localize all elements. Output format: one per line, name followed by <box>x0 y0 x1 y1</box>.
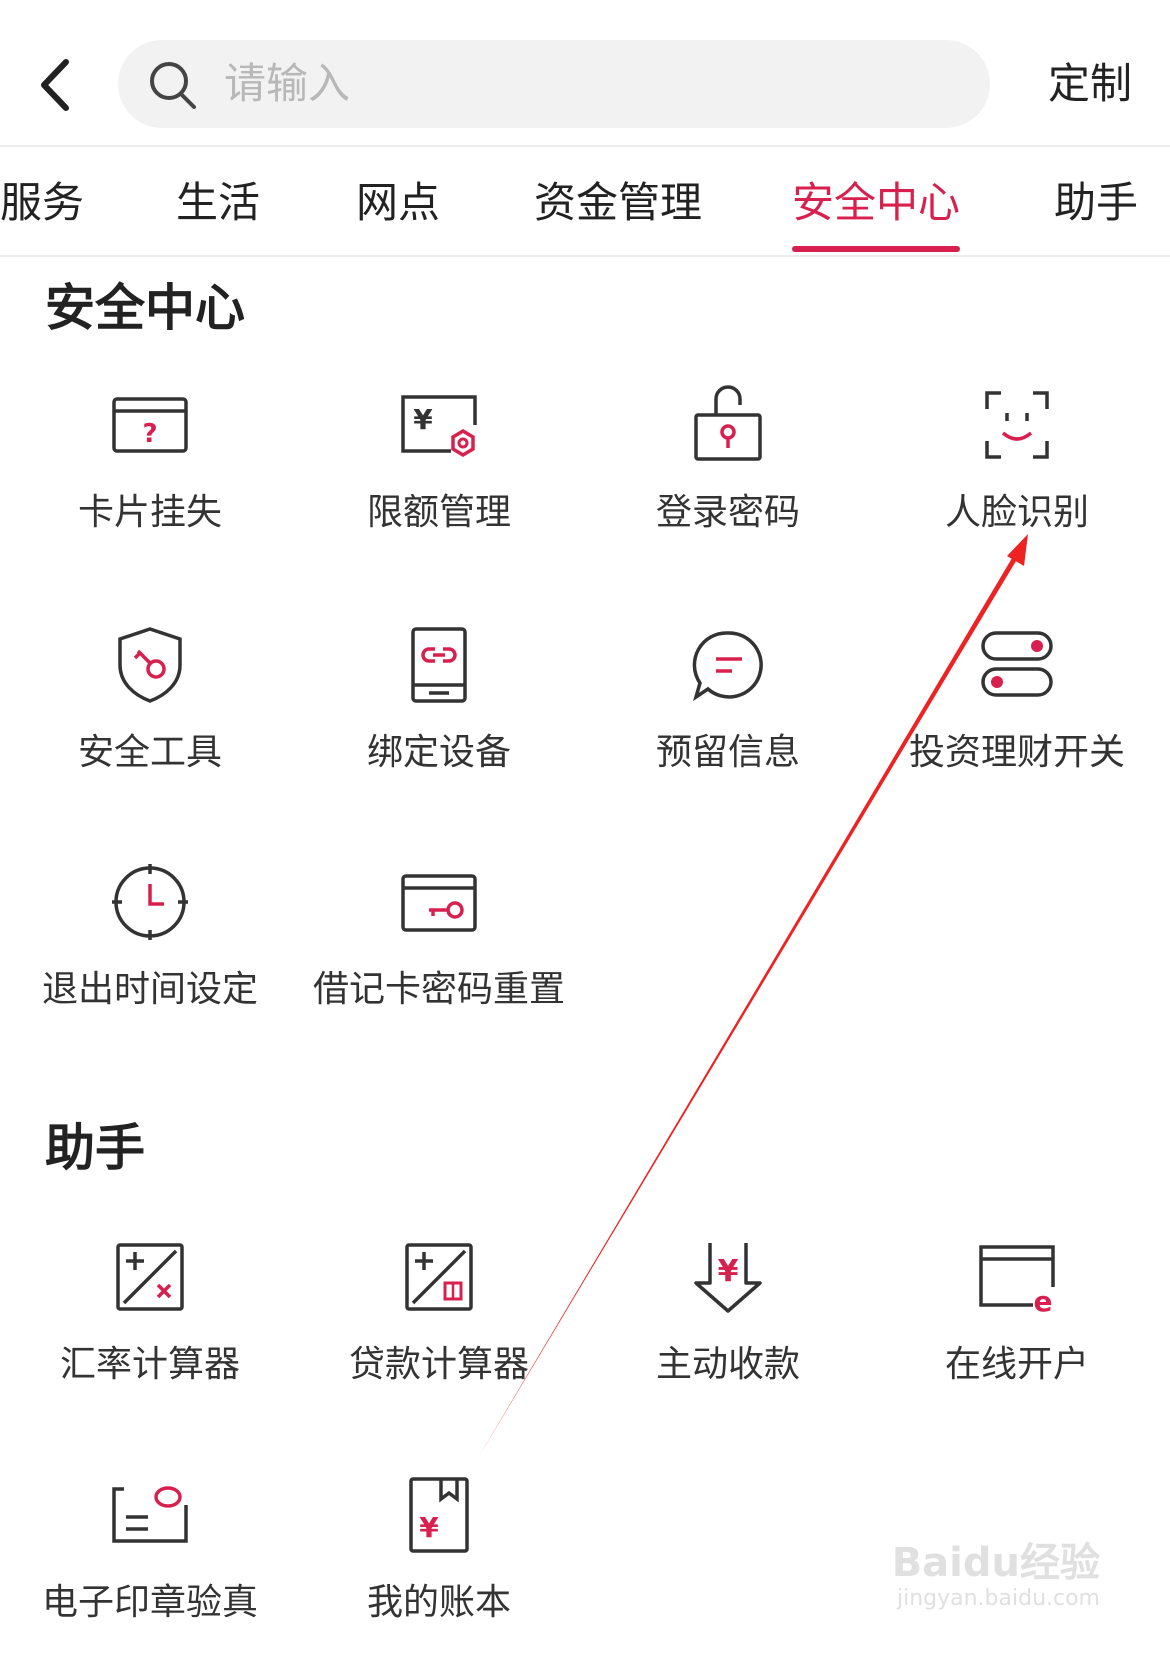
item-online-account-opening[interactable]: e 在线开户 <box>872 1237 1162 1437</box>
top-bar: 请输入 定制 <box>0 0 1170 147</box>
customize-button[interactable]: 定制 <box>1048 58 1132 110</box>
svg-text:¥: ¥ <box>718 1254 739 1289</box>
limit-yen-icon: ¥ <box>401 395 477 458</box>
tab-life[interactable]: 生活 <box>176 177 260 229</box>
chevron-left-icon <box>41 59 69 111</box>
item-login-password[interactable]: 登录密码 <box>583 385 873 585</box>
category-tabs: 服务 生活 网点 资金管理 安全中心 助手 <box>0 147 1170 257</box>
search-icon <box>150 62 196 109</box>
ledger-icon: ¥ <box>409 1477 469 1553</box>
watermark-text: Baidu经验 <box>891 1540 1100 1586</box>
item-label: 绑定设备 <box>366 732 511 773</box>
item-logout-time[interactable]: 退出时间设定 <box>5 862 295 1062</box>
item-label: 汇率计算器 <box>59 1344 240 1385</box>
item-label: 我的账本 <box>366 1582 511 1623</box>
item-label: 电子印章验真 <box>41 1582 258 1623</box>
svg-text:¥: ¥ <box>419 1511 439 1544</box>
svg-text:?: ? <box>142 419 157 449</box>
svg-text:¥: ¥ <box>413 403 433 436</box>
item-my-ledger[interactable]: ¥ 我的账本 <box>294 1475 584 1675</box>
item-bind-device[interactable]: 绑定设备 <box>294 625 584 825</box>
item-label: 卡片挂失 <box>77 492 222 533</box>
message-icon <box>692 631 763 702</box>
item-label: 贷款计算器 <box>348 1344 529 1385</box>
search-placeholder: 请输入 <box>224 59 351 108</box>
active-tab-indicator <box>792 246 960 252</box>
card-question-icon: ? <box>112 397 188 453</box>
item-card-loss[interactable]: ? 卡片挂失 <box>5 385 295 585</box>
receive-payment-icon: ¥ <box>694 1243 762 1313</box>
watermark-url: jingyan.baidu.com <box>896 1586 1100 1611</box>
svg-text:e: e <box>1034 1285 1053 1317</box>
tab-branches[interactable]: 网点 <box>356 177 440 229</box>
e-seal-icon <box>112 1486 188 1543</box>
item-limit-management[interactable]: ¥ 限额管理 <box>294 385 584 585</box>
card-key-icon <box>401 874 477 932</box>
search-input[interactable]: 请输入 <box>118 40 990 128</box>
watermark-logo: Baidu经验 jingyan.baidu.com <box>890 1530 1100 1640</box>
tab-assistant[interactable]: 助手 <box>1054 177 1138 229</box>
online-account-icon: e <box>979 1245 1055 1317</box>
item-label: 主动收款 <box>655 1344 800 1385</box>
item-label: 限额管理 <box>366 492 511 533</box>
item-loan-calculator[interactable]: 贷款计算器 <box>294 1237 584 1437</box>
back-button[interactable] <box>30 50 90 120</box>
toggle-icon <box>981 631 1053 697</box>
item-label: 安全工具 <box>77 732 222 773</box>
item-label: 退出时间设定 <box>41 969 258 1010</box>
item-e-seal-verification[interactable]: 电子印章验真 <box>5 1475 295 1675</box>
item-face-recognition[interactable]: 人脸识别 <box>872 385 1162 585</box>
tab-fund-management[interactable]: 资金管理 <box>534 177 702 229</box>
section-title-assistant: 助手 <box>45 1119 145 1177</box>
item-investment-switch[interactable]: 投资理财开关 <box>872 625 1162 825</box>
unlock-icon <box>694 385 762 461</box>
item-label: 借记卡密码重置 <box>312 969 565 1010</box>
item-label: 投资理财开关 <box>908 732 1125 773</box>
face-scan-icon <box>985 391 1049 459</box>
item-active-collection[interactable]: ¥ 主动收款 <box>583 1237 873 1437</box>
item-label: 登录密码 <box>655 492 800 533</box>
clock-icon <box>112 864 188 940</box>
item-exchange-calculator[interactable]: 汇率计算器 <box>5 1237 295 1437</box>
tab-security-center[interactable]: 安全中心 <box>792 177 960 229</box>
device-link-icon <box>411 627 467 703</box>
section-title-security: 安全中心 <box>45 279 245 337</box>
shield-key-icon <box>118 627 182 703</box>
item-label: 人脸识别 <box>944 492 1089 533</box>
item-label: 在线开户 <box>944 1344 1089 1385</box>
item-debit-card-password-reset[interactable]: 借记卡密码重置 <box>294 862 584 1062</box>
loan-calculator-icon <box>405 1243 473 1311</box>
tab-services[interactable]: 服务 <box>0 177 84 229</box>
exchange-calculator-icon <box>116 1243 184 1311</box>
item-label: 预留信息 <box>655 732 800 773</box>
item-security-tools[interactable]: 安全工具 <box>5 625 295 825</box>
item-reserved-info[interactable]: 预留信息 <box>583 625 873 825</box>
